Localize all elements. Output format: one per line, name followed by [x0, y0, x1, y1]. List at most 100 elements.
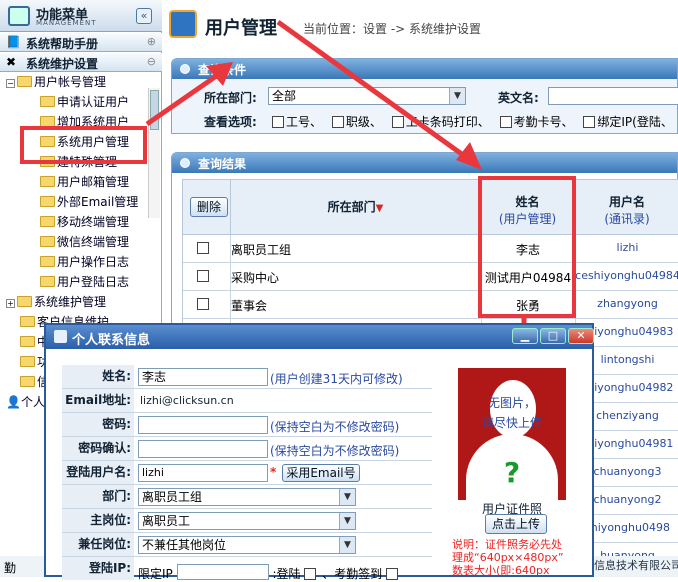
login-ip-checkbox[interactable]: [304, 568, 317, 580]
name-hint: (用户创建31天内可修改): [270, 372, 403, 386]
main-post-select[interactable]: 离职员工 ▼: [138, 512, 356, 530]
tree-item[interactable]: 用户操作日志: [40, 252, 129, 272]
photo-upload-prompt: 请尽快上传: [481, 416, 542, 430]
query-panel-title: 查询条件: [198, 63, 247, 77]
use-email-button[interactable]: 采用Email号: [282, 464, 360, 482]
option-employee-no[interactable]: 工号、: [272, 115, 322, 129]
folder-icon: [20, 376, 35, 387]
checkbox[interactable]: [391, 116, 404, 128]
dept-filter-select[interactable]: 全部 ▼: [268, 87, 466, 105]
row-checkbox[interactable]: [197, 270, 209, 282]
maximize-button[interactable]: □: [540, 328, 566, 344]
delete-button[interactable]: 删除: [190, 197, 228, 217]
password-confirm-field[interactable]: [138, 440, 268, 458]
main-post-label: 主岗位:: [62, 509, 134, 532]
table-row[interactable]: 离职员工组 李志 lizhi: [182, 235, 678, 263]
cell-dept: 采购中心: [231, 271, 280, 285]
dialog-titlebar[interactable]: 个人联系信息 ▁ □ ✕: [46, 325, 594, 349]
option-rank[interactable]: 职级、: [331, 115, 382, 129]
login-ip-controls: 限定IP :登陆 、考勤签到: [138, 562, 400, 582]
page-header: 用户管理 当前位置：设置 -> 系统维护设置: [163, 0, 678, 50]
photo-no-image-text: 无图片，: [487, 396, 536, 410]
option-bind-ip[interactable]: 绑定IP(登陆、: [583, 115, 673, 129]
minimize-button[interactable]: ▁: [512, 328, 538, 344]
part-post-label: 兼任岗位:: [62, 533, 134, 556]
table-row[interactable]: 采购中心 测试用户04984 ceshiyonghu04984: [182, 263, 678, 291]
row-checkbox[interactable]: [197, 242, 209, 254]
col-header-dept[interactable]: 所在部门▼: [230, 179, 480, 235]
row-name: 姓名: 李志 (用户创建31天内可修改): [62, 365, 432, 389]
collapse-icon[interactable]: ⊖: [147, 55, 156, 68]
tree-item[interactable]: 用户邮箱管理: [40, 172, 129, 192]
expand-node-icon[interactable]: +: [6, 299, 15, 308]
results-panel-title: 查询结果: [198, 157, 247, 171]
sidebar-header: 功能菜单 MANAGEMENT «: [0, 0, 162, 32]
tree-item[interactable]: 申请认证用户: [40, 92, 129, 112]
section-help-manual[interactable]: 📘 系统帮助手册 ⊕: [0, 33, 162, 52]
scroll-thumb[interactable]: [150, 90, 159, 130]
tree-item[interactable]: 微信终端管理: [40, 232, 129, 252]
row-checkbox[interactable]: [197, 298, 209, 310]
cell-username[interactable]: ceshiyonghu04984: [575, 269, 678, 282]
view-options-label: 查看选项:: [204, 115, 257, 129]
tree-item[interactable]: 用户登陆日志: [40, 272, 129, 292]
dept-select[interactable]: 离职员工组 ▼: [138, 488, 356, 506]
checkbox[interactable]: [583, 116, 596, 128]
email-value: lizhi@clicksun.cn: [140, 394, 234, 407]
tree-node-user-accounts[interactable]: − 用户帐号管理: [6, 72, 106, 92]
folder-icon: [20, 316, 35, 327]
option-attendance-card[interactable]: 考勤卡号、: [499, 115, 574, 129]
column-divider: [230, 263, 231, 291]
password-field[interactable]: [138, 416, 268, 434]
part-post-select[interactable]: 不兼任其他岗位 ▼: [138, 536, 356, 554]
section-label: 系统维护设置: [26, 57, 99, 71]
expand-icon[interactable]: ⊕: [147, 35, 156, 48]
folder-icon: [20, 356, 35, 367]
dept-label: 部门:: [62, 485, 134, 508]
name-label: 姓名:: [62, 365, 134, 388]
attendance-ip-checkbox[interactable]: [385, 568, 398, 580]
close-button[interactable]: ✕: [568, 328, 594, 344]
login-name-field[interactable]: lizhi: [138, 464, 268, 482]
table-row[interactable]: 董事会 张勇 zhangyong: [182, 291, 678, 319]
status-left: 勤: [0, 556, 44, 577]
name-field[interactable]: 李志: [138, 368, 268, 386]
section-system-maintenance[interactable]: ✖ 系统维护设置 ⊖: [0, 53, 162, 72]
tree-item[interactable]: 移动终端管理: [40, 212, 129, 232]
folder-icon: [40, 256, 55, 267]
en-name-input[interactable]: [548, 87, 678, 105]
checkbox[interactable]: [331, 116, 344, 128]
folder-icon: [40, 236, 55, 247]
ip-input[interactable]: [176, 564, 269, 580]
chevron-down-icon: ▼: [449, 88, 465, 104]
col-header-username[interactable]: 用户名 (通讯录): [574, 179, 678, 235]
checkbox[interactable]: [499, 116, 512, 128]
folder-icon: [40, 276, 55, 287]
folder-icon: [40, 176, 55, 187]
collapse-node-icon[interactable]: −: [6, 79, 15, 88]
tree-node-maintenance[interactable]: + 系统维护管理: [6, 292, 106, 312]
cell-dept: 离职员工组: [231, 243, 292, 257]
section-label: 系统帮助手册: [26, 37, 99, 51]
collapse-sidebar-button[interactable]: «: [136, 8, 152, 24]
upload-button[interactable]: 点击上传: [485, 514, 547, 534]
sidebar-scrollbar[interactable]: [148, 88, 160, 218]
row-email: Email地址: lizhi@clicksun.cn: [62, 389, 432, 413]
cell-username[interactable]: zhangyong: [575, 297, 678, 310]
tree-node-personal[interactable]: 👤个人: [6, 392, 45, 412]
option-badge-print[interactable]: 工卡条码打印、: [391, 115, 490, 129]
checkbox[interactable]: [272, 116, 284, 128]
sidebar-subtitle: MANAGEMENT: [36, 19, 97, 27]
folder-open-icon: [17, 76, 32, 87]
folder-icon: [40, 216, 55, 227]
sort-desc-icon: ▼: [375, 203, 384, 214]
cell-username[interactable]: lizhi: [575, 241, 678, 254]
status-company: 信息技术有限公司: [594, 556, 678, 577]
folder-icon: [40, 196, 55, 207]
folder-icon: [17, 296, 32, 307]
question-mark-icon: ?: [503, 456, 521, 489]
en-name-label: 英文名:: [498, 91, 539, 105]
row-password-confirm: 密码确认: (保持空白为不修改密码): [62, 437, 432, 461]
book-icon: 📘: [6, 35, 21, 49]
tree-item[interactable]: 外部Email管理: [40, 192, 138, 212]
